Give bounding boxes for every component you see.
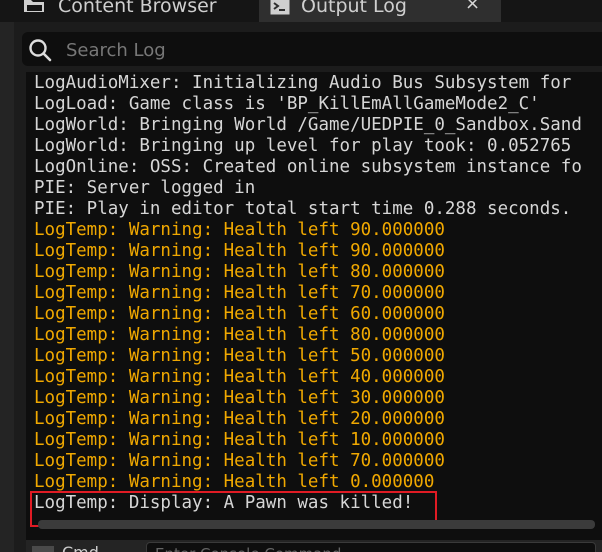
log-line: LogTemp: Warning: Health left 90.000000 xyxy=(34,220,445,240)
tab-content-browser[interactable]: Content Browser xyxy=(20,0,252,20)
log-line: LogTemp: Warning: Health left 10.000000 xyxy=(34,430,445,450)
folder-icon xyxy=(23,0,45,17)
log-line: LogTemp: Warning: Health left 70.000000 xyxy=(34,451,445,471)
console-bar: Cmd xyxy=(26,540,602,552)
log-line: LogTemp: Warning: Health left 90.000000 xyxy=(34,241,445,261)
log-line: PIE: Server logged in xyxy=(34,178,256,198)
log-lines: LogAudioMixer: Initializing Audio Bus Su… xyxy=(34,73,582,514)
log-line: LogTemp: Warning: Health left 70.000000 xyxy=(34,283,445,303)
log-line: LogWorld: Bringing World /Game/UEDPIE_0_… xyxy=(34,115,582,135)
search-input[interactable] xyxy=(64,36,588,64)
console-input[interactable] xyxy=(146,542,596,552)
tab-bar: Content Browser Output Log × xyxy=(0,0,602,22)
log-line: LogLoad: Game class is 'BP_KillEmAllGame… xyxy=(34,94,540,114)
log-line: LogWorld: Bringing up level for play too… xyxy=(34,136,572,156)
log-line: LogTemp: Warning: Health left 30.000000 xyxy=(34,388,445,408)
log-line: LogTemp: Warning: Health left 80.000000 xyxy=(34,262,445,282)
log-line: LogTemp: Warning: Health left 40.000000 xyxy=(34,367,445,387)
close-icon[interactable]: × xyxy=(465,0,480,14)
log-line: LogAudioMixer: Initializing Audio Bus Su… xyxy=(34,73,572,93)
log-line: LogTemp: Warning: Health left 50.000000 xyxy=(34,346,445,366)
log-line: LogTemp: Warning: Health left 20.000000 xyxy=(34,409,445,429)
search-bar xyxy=(22,32,602,66)
tab-output-log[interactable]: Output Log × xyxy=(259,0,501,22)
horizontal-scrollbar[interactable] xyxy=(38,520,595,529)
log-line: LogTemp: Warning: Health left 0.000000 xyxy=(34,472,435,492)
cmd-label[interactable]: Cmd xyxy=(62,543,99,552)
log-output: LogAudioMixer: Initializing Audio Bus Su… xyxy=(26,72,602,540)
terminal-icon xyxy=(270,0,290,19)
cmd-toggle[interactable] xyxy=(32,546,54,552)
log-line: PIE: Play in editor total start time 0.2… xyxy=(34,199,572,219)
tab-label: Output Log xyxy=(301,0,407,17)
log-line: LogTemp: Warning: Health left 80.000000 xyxy=(34,325,445,345)
tab-label: Content Browser xyxy=(58,0,217,17)
log-line: LogOnline: OSS: Created online subsystem… xyxy=(34,157,582,177)
log-line: LogTemp: Warning: Health left 60.000000 xyxy=(34,304,445,324)
search-icon xyxy=(28,38,54,66)
